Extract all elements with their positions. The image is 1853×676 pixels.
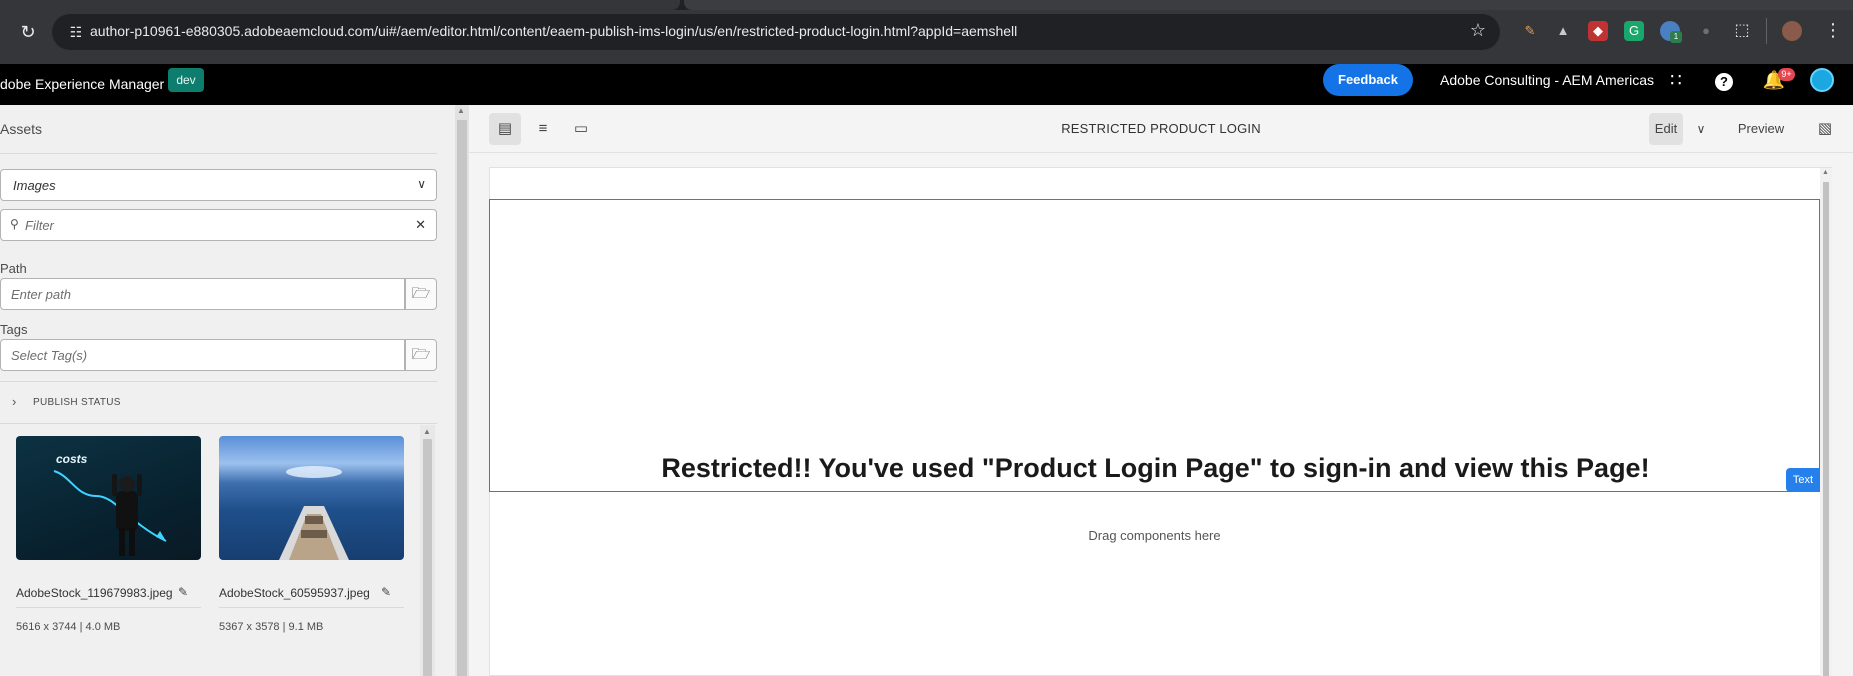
- asset-name[interactable]: AdobeStock_60595937.jpeg: [219, 586, 370, 600]
- browser-toolbar: ↻ ☷ author-p10961-e880305.adobeaemcloud.…: [0, 0, 1853, 64]
- profile-avatar[interactable]: [1782, 21, 1802, 41]
- scroll-up-arrow-icon[interactable]: ▲: [423, 427, 431, 436]
- grammarly-extension-icon[interactable]: G: [1624, 21, 1644, 41]
- pen-extension-icon[interactable]: ✎: [1520, 21, 1540, 41]
- divider: [16, 607, 201, 608]
- address-bar[interactable]: ☷ author-p10961-e880305.adobeaemcloud.co…: [52, 14, 1500, 50]
- publish-status-label: PUBLISH STATUS: [33, 397, 121, 408]
- asset-meta: 5367 x 3578 | 9.1 MB: [219, 621, 324, 633]
- scroll-up-arrow-icon[interactable]: ▲: [457, 106, 465, 115]
- shield-extension-icon[interactable]: ◆: [1588, 21, 1608, 41]
- boat-deck-illustration: [279, 466, 349, 560]
- thumbnail-caption: costs: [56, 452, 88, 466]
- help-icon[interactable]: ?: [1710, 66, 1738, 94]
- tab-strip: [0, 0, 1853, 10]
- component-type-tag[interactable]: Text: [1786, 468, 1820, 492]
- panel-title: Assets: [0, 121, 43, 137]
- asset-thumbnail[interactable]: costs: [16, 436, 201, 560]
- feedback-button[interactable]: Feedback: [1323, 64, 1413, 96]
- spy-extension-icon[interactable]: ▲: [1553, 21, 1573, 41]
- search-icon: ⚲: [10, 217, 19, 231]
- tags-browse-folder-icon[interactable]: 🗁: [405, 339, 437, 371]
- bookmark-star-icon[interactable]: ☆: [1470, 20, 1486, 41]
- scroll-up-arrow-icon[interactable]: ▲: [1822, 169, 1829, 176]
- editor-toolbar: ▤ ≡ ▭ RESTRICTED PRODUCT LOGIN Edit ∨ Pr…: [469, 105, 1853, 153]
- tags-label: Tags: [0, 322, 28, 337]
- annotations-icon[interactable]: ▧: [1809, 113, 1841, 145]
- page-title: RESTRICTED PRODUCT LOGIN: [1061, 121, 1261, 136]
- filter-search-field[interactable]: ⚲ Filter ✕: [0, 209, 437, 241]
- preview-mode-button[interactable]: Preview: [1731, 113, 1791, 145]
- user-avatar[interactable]: [1810, 68, 1834, 92]
- divider: [0, 153, 437, 154]
- text-component-selected[interactable]: Restricted!! You've used "Product Login …: [489, 199, 1820, 492]
- tags-field[interactable]: Select Tag(s): [0, 339, 405, 371]
- divider: [219, 607, 404, 608]
- active-tab[interactable]: [0, 0, 680, 10]
- drag-components-placeholder[interactable]: Drag components here: [489, 512, 1820, 560]
- asset-meta: 5616 x 3744 | 4.0 MB: [16, 621, 121, 633]
- edit-mode-button[interactable]: Edit: [1649, 113, 1683, 145]
- clear-icon[interactable]: ✕: [415, 217, 426, 233]
- tags-input[interactable]: Select Tag(s): [11, 348, 87, 363]
- mode-chevron-down-icon[interactable]: ∨: [1687, 113, 1715, 145]
- path-label: Path: [0, 261, 27, 276]
- page-headline[interactable]: Restricted!! You've used "Product Login …: [490, 453, 1821, 484]
- browser-menu-icon[interactable]: ⋮: [1824, 18, 1842, 42]
- edit-pencil-icon[interactable]: ✎: [178, 585, 188, 599]
- edit-pencil-icon[interactable]: ✎: [381, 585, 391, 599]
- product-name[interactable]: dobe Experience Manager: [0, 76, 164, 92]
- reload-icon[interactable]: ↻: [16, 20, 40, 44]
- chat-extension-icon[interactable]: 1: [1660, 21, 1682, 43]
- asset-type-value: Images: [13, 178, 56, 193]
- inactive-tab[interactable]: [684, 0, 1853, 10]
- path-input[interactable]: Enter path: [11, 287, 71, 302]
- asset-name[interactable]: AdobeStock_119679983.jpeg: [16, 586, 173, 600]
- filter-input[interactable]: Filter: [25, 218, 54, 233]
- side-panel-scroll-thumb[interactable]: [457, 120, 467, 676]
- environment-badge: dev: [168, 68, 204, 92]
- costs-chart-illustration: [53, 470, 167, 556]
- path-field[interactable]: Enter path: [0, 278, 405, 310]
- path-browse-folder-icon[interactable]: 🗁: [405, 278, 437, 310]
- publish-status-section[interactable]: › PUBLISH STATUS: [0, 381, 437, 424]
- apps-grid-icon[interactable]: ∷: [1662, 66, 1690, 94]
- asset-type-select[interactable]: Images ∨: [0, 169, 437, 201]
- toolbar-divider: [1766, 18, 1767, 44]
- notification-badge: 9+: [1778, 68, 1795, 81]
- url-text[interactable]: author-p10961-e880305.adobeaemcloud.com/…: [90, 23, 1017, 39]
- assets-side-panel: Assets Images ∨ ⚲ Filter ✕ Path Enter pa…: [0, 105, 455, 676]
- chevron-right-icon[interactable]: ›: [12, 394, 16, 409]
- asset-thumbnail[interactable]: [219, 436, 404, 560]
- org-switcher[interactable]: Adobe Consulting - AEM Americas: [1440, 72, 1654, 88]
- asset-list-scroll-thumb[interactable]: [423, 439, 432, 676]
- site-info-icon[interactable]: ☷: [66, 22, 86, 42]
- page-scroll-thumb[interactable]: [1823, 182, 1829, 676]
- extensions-icon[interactable]: ⬚: [1732, 21, 1752, 41]
- puzzle-extension-icon[interactable]: ●: [1696, 21, 1716, 41]
- aem-header: dobe Experience Manager dev Feedback Ado…: [0, 64, 1853, 105]
- extension-badge: 1: [1670, 31, 1682, 43]
- chevron-down-icon: ∨: [417, 177, 426, 191]
